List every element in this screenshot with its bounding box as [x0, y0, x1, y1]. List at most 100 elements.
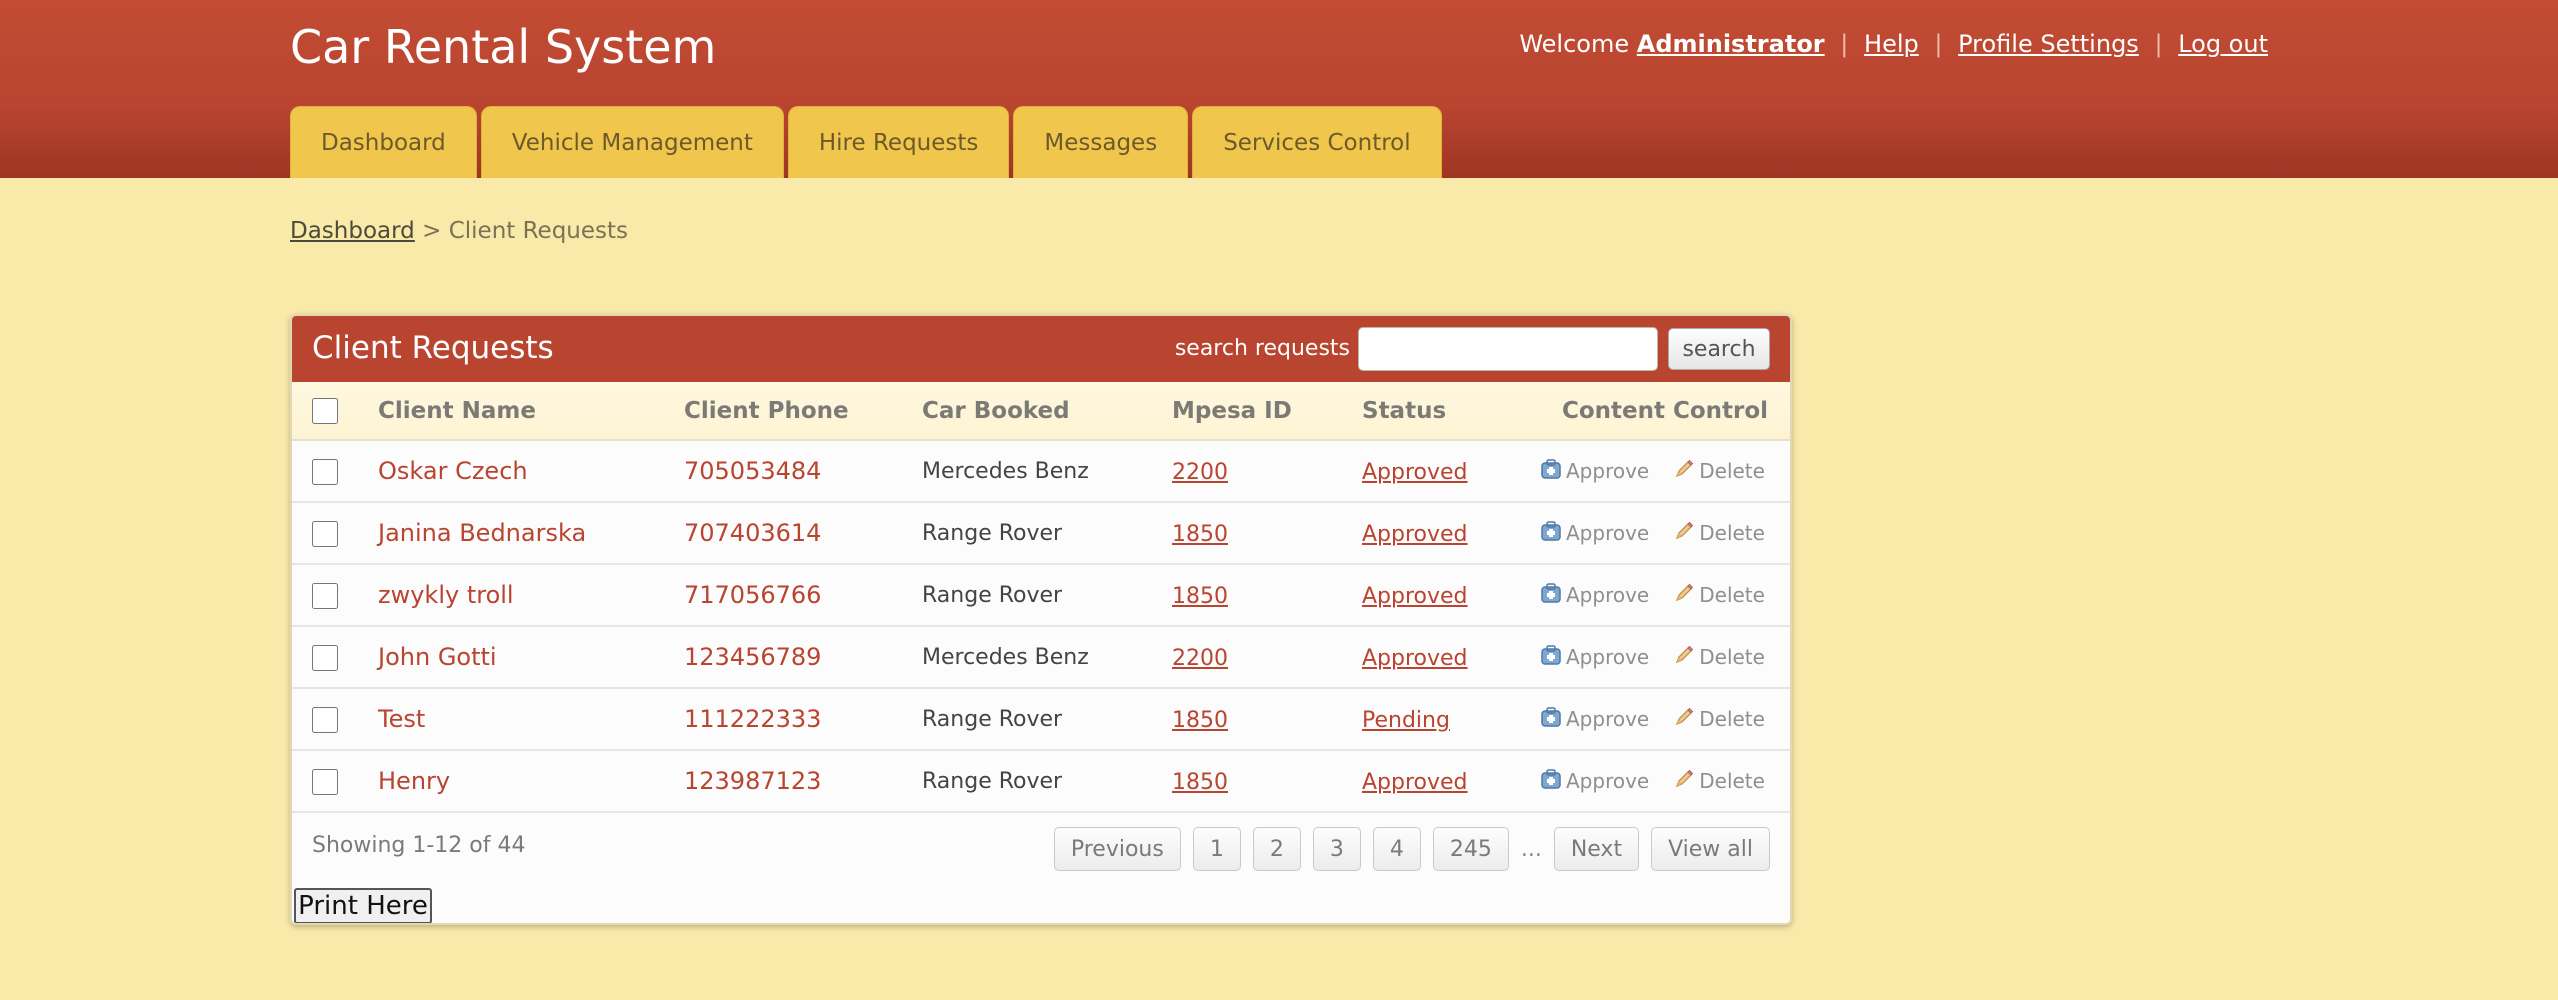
- header-mpesa-id: Mpesa ID: [1172, 382, 1362, 441]
- table-row: Test 111222333 Range Rover 1850 Pending Appro…: [292, 688, 1790, 750]
- pencil-icon: [1673, 644, 1695, 671]
- pencil-icon: [1673, 520, 1695, 547]
- tab-vehicle-management[interactable]: Vehicle Management: [480, 106, 784, 178]
- page-button-4[interactable]: 4: [1372, 827, 1421, 871]
- status-link[interactable]: Approved: [1362, 584, 1468, 609]
- approve-action[interactable]: Approve: [1540, 706, 1649, 733]
- breadcrumb-dashboard-link[interactable]: Dashboard: [290, 218, 415, 244]
- status-link[interactable]: Approved: [1362, 646, 1468, 671]
- client-phone: 705053484: [684, 457, 822, 485]
- pagination-ellipsis: ...: [1520, 836, 1542, 862]
- table-header-row: Client Name Client Phone Car Booked Mpes…: [292, 382, 1790, 441]
- page-button-1[interactable]: 1: [1192, 827, 1241, 871]
- content-control: Approve Delete: [1540, 564, 1790, 626]
- car-booked: Mercedes Benz: [922, 644, 1089, 670]
- approve-label: Approve: [1566, 583, 1650, 607]
- panel-footer: Showing 1-12 of 44 Previous 1 2 3 4 245 …: [292, 813, 1790, 909]
- table-row: zwykly troll 717056766 Range Rover 1850 Appr…: [292, 564, 1790, 626]
- search-label: search requests: [1174, 336, 1350, 361]
- breadcrumb-current: Client Requests: [448, 218, 629, 244]
- approve-action[interactable]: Approve: [1540, 458, 1649, 485]
- table-row: Janina Bednarska 707403614 Range Rover 1850…: [292, 502, 1790, 564]
- status-link[interactable]: Approved: [1362, 460, 1468, 485]
- header-car-booked: Car Booked: [922, 382, 1172, 441]
- delete-action[interactable]: Delete: [1673, 768, 1765, 795]
- mpesa-id-link[interactable]: 1850: [1172, 584, 1228, 609]
- separator: |: [1934, 30, 1943, 58]
- welcome-text: Welcome: [1519, 30, 1630, 58]
- page-button-3[interactable]: 3: [1312, 827, 1361, 871]
- delete-action[interactable]: Delete: [1673, 582, 1765, 609]
- car-booked: Range Rover: [922, 706, 1063, 732]
- row-checkbox[interactable]: [312, 521, 338, 547]
- row-checkbox[interactable]: [312, 583, 338, 609]
- row-checkbox[interactable]: [312, 645, 338, 671]
- table-row: Oskar Czech 705053484 Mercedes Benz 2200 App…: [292, 440, 1790, 502]
- mpesa-id-link[interactable]: 2200: [1172, 460, 1228, 485]
- select-all-checkbox[interactable]: [312, 397, 338, 424]
- delete-action[interactable]: Delete: [1673, 706, 1765, 733]
- row-checkbox[interactable]: [312, 459, 338, 485]
- approve-label: Approve: [1566, 769, 1650, 793]
- row-checkbox[interactable]: [312, 769, 338, 795]
- tab-hire-requests[interactable]: Hire Requests: [787, 106, 1010, 178]
- approve-action[interactable]: Approve: [1540, 768, 1649, 795]
- delete-label: Delete: [1699, 521, 1765, 545]
- tab-services-control[interactable]: Services Control: [1192, 106, 1442, 178]
- delete-label: Delete: [1699, 583, 1765, 607]
- print-button[interactable]: Print Here: [294, 888, 432, 923]
- app-title: Car Rental System: [290, 20, 717, 74]
- tab-dashboard[interactable]: Dashboard: [290, 106, 477, 178]
- tab-messages[interactable]: Messages: [1013, 106, 1189, 178]
- car-booked: Range Rover: [922, 768, 1063, 794]
- content-control: Approve Delete: [1540, 502, 1790, 564]
- panel-title: Client Requests: [312, 330, 554, 366]
- delete-label: Delete: [1699, 769, 1765, 793]
- user-bar: Welcome Administrator | Help | Profile S…: [1519, 30, 2268, 58]
- client-phone: 123456789: [684, 643, 822, 671]
- user-link[interactable]: Administrator: [1637, 30, 1825, 58]
- approve-icon: [1540, 520, 1562, 547]
- row-checkbox[interactable]: [312, 707, 338, 733]
- status-link[interactable]: Approved: [1362, 770, 1468, 795]
- pencil-icon: [1673, 458, 1695, 485]
- delete-action[interactable]: Delete: [1673, 644, 1765, 671]
- pagination: Previous 1 2 3 4 245 ... Next View all: [1053, 827, 1770, 871]
- logout-link[interactable]: Log out: [2178, 30, 2268, 58]
- approve-label: Approve: [1566, 521, 1650, 545]
- client-name: Oskar Czech: [378, 457, 528, 485]
- table-row: John Gotti 123456789 Mercedes Benz 2200 Appr…: [292, 626, 1790, 688]
- delete-action[interactable]: Delete: [1673, 520, 1765, 547]
- client-requests-panel: Client Requests search requests search C…: [290, 314, 1792, 925]
- header-client-name: Client Name: [378, 382, 684, 441]
- profile-settings-link[interactable]: Profile Settings: [1958, 30, 2139, 58]
- status-link[interactable]: Pending: [1362, 708, 1450, 733]
- delete-label: Delete: [1699, 645, 1765, 669]
- page-button-2[interactable]: 2: [1252, 827, 1301, 871]
- pencil-icon: [1673, 768, 1695, 795]
- search-input[interactable]: [1358, 327, 1658, 371]
- approve-action[interactable]: Approve: [1540, 520, 1649, 547]
- previous-page-button[interactable]: Previous: [1053, 827, 1181, 871]
- client-phone: 111222333: [684, 705, 822, 733]
- status-link[interactable]: Approved: [1362, 522, 1468, 547]
- approve-action[interactable]: Approve: [1540, 582, 1649, 609]
- approve-action[interactable]: Approve: [1540, 644, 1649, 671]
- next-page-button[interactable]: Next: [1553, 827, 1640, 871]
- page-button-245[interactable]: 245: [1432, 827, 1509, 871]
- panel-header: Client Requests search requests search: [292, 316, 1790, 382]
- approve-icon: [1540, 706, 1562, 733]
- mpesa-id-link[interactable]: 2200: [1172, 646, 1228, 671]
- search-button[interactable]: search: [1668, 328, 1770, 370]
- view-all-button[interactable]: View all: [1651, 827, 1770, 871]
- delete-label: Delete: [1699, 707, 1765, 731]
- content-control: Approve Delete: [1540, 440, 1790, 502]
- mpesa-id-link[interactable]: 1850: [1172, 770, 1228, 795]
- delete-action[interactable]: Delete: [1673, 458, 1765, 485]
- mpesa-id-link[interactable]: 1850: [1172, 522, 1228, 547]
- help-link[interactable]: Help: [1864, 30, 1919, 58]
- header-status: Status: [1362, 382, 1540, 441]
- client-name: Janina Bednarska: [378, 519, 587, 547]
- mpesa-id-link[interactable]: 1850: [1172, 708, 1228, 733]
- approve-label: Approve: [1566, 707, 1650, 731]
